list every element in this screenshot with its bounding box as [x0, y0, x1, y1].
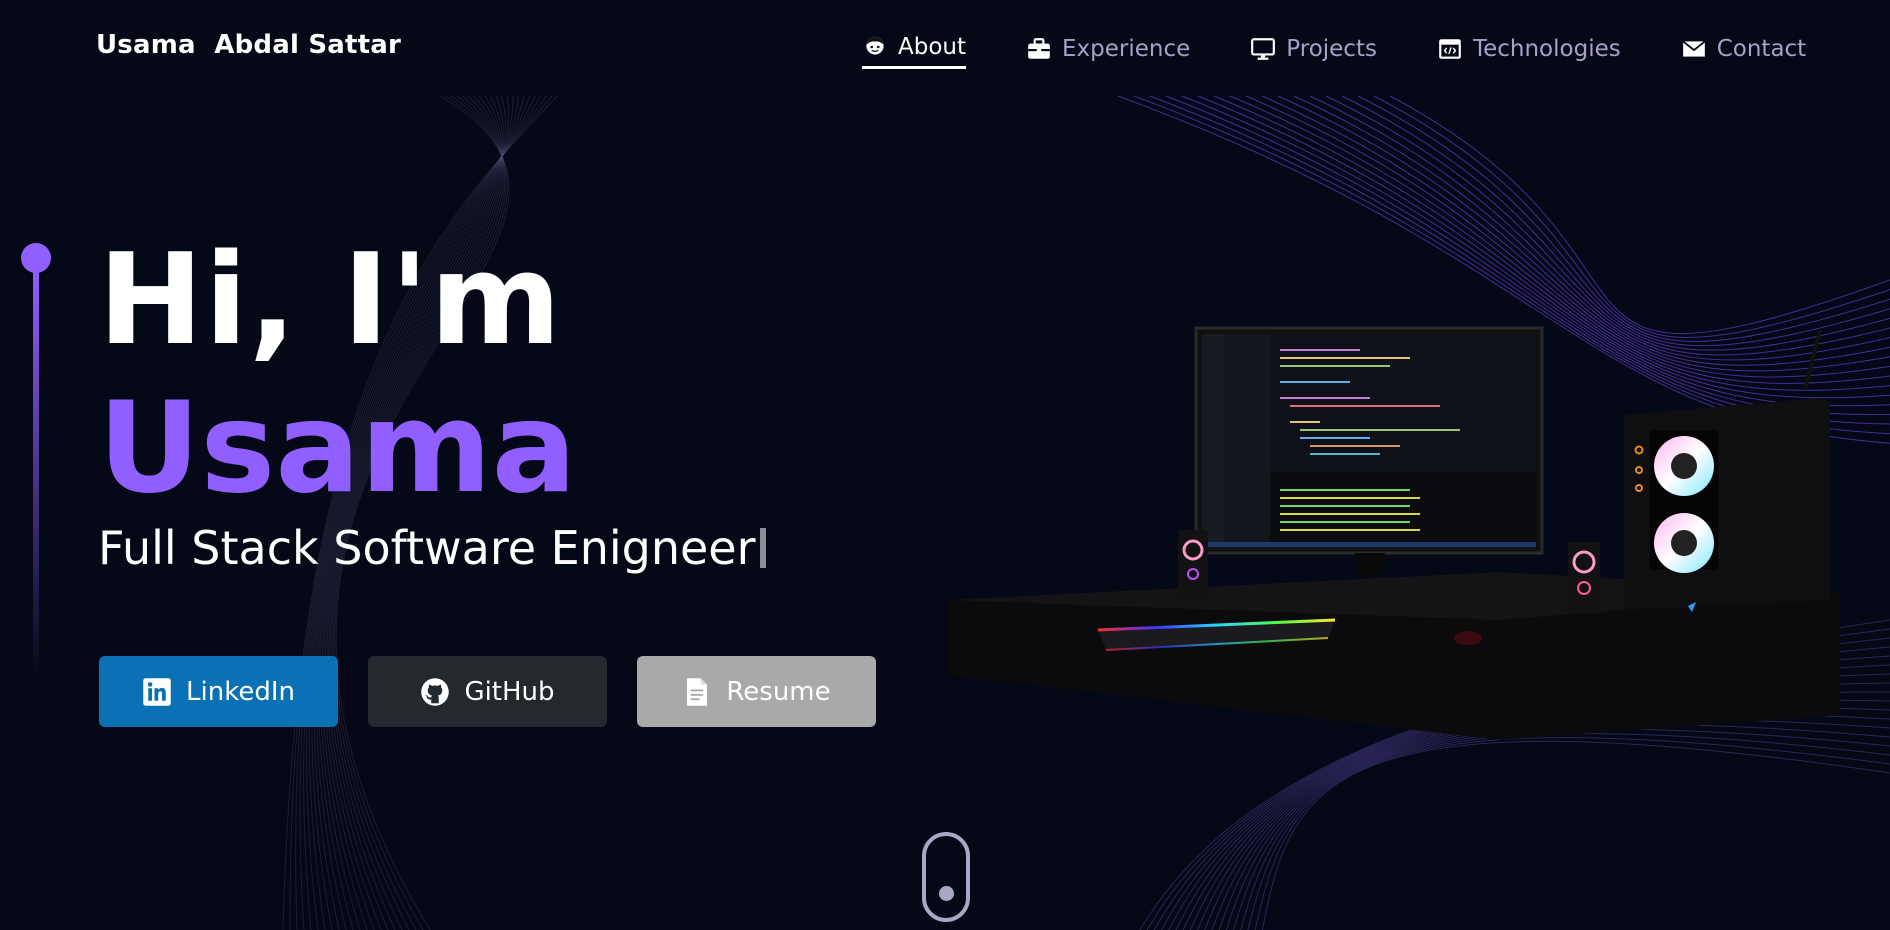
hero-greeting: Hi, I'm [98, 226, 563, 373]
brand-logo[interactable]: Usama Abdal Sattar [96, 30, 401, 60]
github-button[interactable]: GitHub [368, 656, 607, 727]
nav-label-experience: Experience [1062, 36, 1191, 62]
timeline-line [33, 271, 39, 677]
document-icon [687, 677, 708, 706]
code-window-icon [1439, 39, 1461, 59]
nav-label-about: About [898, 34, 967, 60]
linkedin-icon [143, 677, 171, 706]
background-wave-line [1211, 706, 1890, 930]
nav-item-contact[interactable]: Contact [1681, 30, 1806, 68]
github-label: GitHub [464, 676, 555, 707]
typing-cursor [759, 528, 766, 568]
hero-name: Usama [98, 374, 577, 521]
background-wave-line [1389, 95, 1890, 335]
nav-item-about[interactable]: About [862, 30, 967, 69]
monitor-icon [1251, 38, 1276, 60]
resume-label: Resume [726, 676, 831, 707]
github-icon [421, 677, 450, 706]
avatar-icon [866, 37, 884, 55]
timeline-dot [21, 243, 51, 273]
nav-menu: About Experience Projects Technologies C… [862, 30, 1806, 69]
linkedin-button[interactable]: LinkedIn [99, 656, 338, 727]
background-wave-line [1225, 718, 1890, 930]
briefcase-icon [1028, 38, 1050, 59]
hero-timeline-decoration [21, 243, 51, 677]
envelope-icon [1682, 40, 1706, 57]
background-wave-line [1218, 713, 1890, 930]
background-wave-line [1233, 724, 1890, 930]
nav-label-technologies: Technologies [1472, 36, 1621, 62]
hero-role: Full Stack Software Enigneer [98, 521, 756, 575]
scroll-down-indicator[interactable] [922, 832, 970, 922]
nav-item-projects[interactable]: Projects [1250, 30, 1377, 68]
hero-role-line: Full Stack Software Enigneer [98, 520, 766, 576]
scroll-dot [939, 886, 954, 901]
hero-buttons: LinkedIn GitHub Resume [99, 656, 876, 727]
nav-item-technologies[interactable]: Technologies [1437, 30, 1621, 68]
3d-computer-desk-illustration [948, 326, 1840, 740]
nav-label-projects: Projects [1286, 36, 1377, 62]
linkedin-label: LinkedIn [186, 676, 295, 707]
nav-label-contact: Contact [1716, 36, 1807, 62]
nav-item-experience[interactable]: Experience [1026, 30, 1190, 68]
resume-button[interactable]: Resume [637, 656, 876, 727]
top-navbar: Usama Abdal Sattar About Experience Proj… [0, 0, 1890, 96]
